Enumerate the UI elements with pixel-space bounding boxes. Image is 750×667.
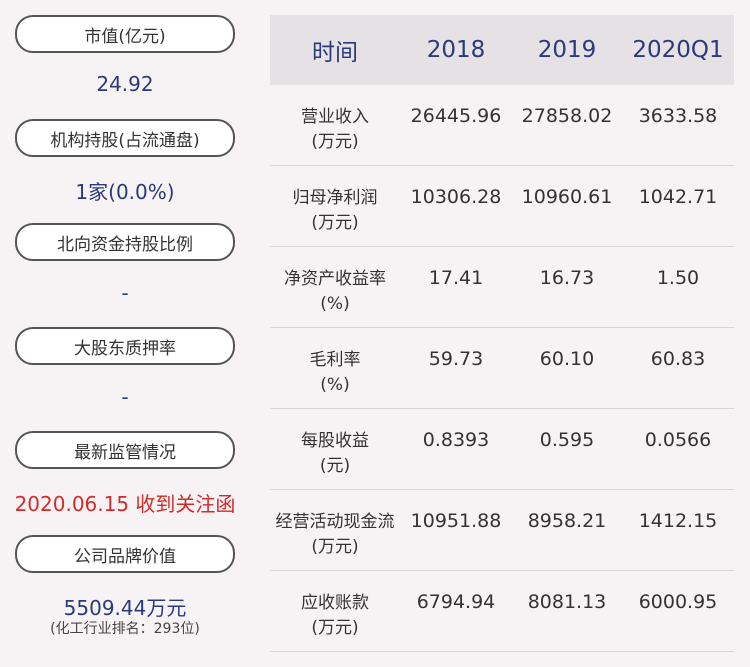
left-summary-panel: 市值(亿元) 24.92 机构持股(占流通盘) 1家(0.0%) 北向资金持股比… bbox=[0, 0, 250, 667]
row-label-main: 归母净利润 bbox=[292, 188, 378, 208]
cell-2020q1: 6000.95 bbox=[638, 591, 718, 613]
brand-value-label: 公司品牌价值 bbox=[15, 535, 235, 573]
cell-2019: 16.73 bbox=[539, 267, 595, 289]
row-label: 净资产收益率 (%) bbox=[270, 247, 400, 317]
cell-2019: 10960.61 bbox=[521, 186, 613, 208]
cell-2020q1: 3633.58 bbox=[638, 105, 718, 127]
row-label-unit: (元) bbox=[319, 456, 351, 476]
row-label-main: 毛利率 bbox=[309, 350, 361, 370]
row-label: 经营活动现金流 (万元) bbox=[270, 490, 400, 560]
table-row: 净资产收益率 (%) 17.41 16.73 1.50 bbox=[270, 247, 734, 328]
table-row: 归母净利润 (万元) 10306.28 10960.61 1042.71 bbox=[270, 166, 734, 247]
row-label-unit: (万元) bbox=[311, 537, 359, 557]
institution-holding-label: 机构持股(占流通盘) bbox=[15, 119, 235, 157]
pledge-ratio-label: 大股东质押率 bbox=[15, 327, 235, 365]
cell-2019: 8958.21 bbox=[527, 510, 607, 532]
row-label-main: 经营活动现金流 bbox=[275, 512, 395, 532]
row-label-unit: (%) bbox=[320, 375, 350, 395]
cell-2018: 17.41 bbox=[428, 267, 484, 289]
table-row: 毛利率 (%) 59.73 60.10 60.83 bbox=[270, 328, 734, 409]
table-row: 营业收入 (万元) 26445.96 27858.02 3633.58 bbox=[270, 85, 734, 166]
institution-holding-value: 1家(0.0%) bbox=[75, 180, 175, 204]
cell-2020q1: 60.83 bbox=[650, 348, 706, 370]
cell-2018: 26445.96 bbox=[410, 105, 502, 127]
cell-2019: 60.10 bbox=[539, 348, 595, 370]
header-2020q1: 2020Q1 bbox=[632, 37, 724, 63]
table-row: 每股收益 (元) 0.8393 0.595 0.0566 bbox=[270, 409, 734, 490]
header-2019: 2019 bbox=[537, 37, 597, 63]
market-cap-value: 24.92 bbox=[96, 72, 154, 96]
cell-2020q1: 0.0566 bbox=[644, 429, 712, 451]
row-label-main: 营业收入 bbox=[301, 107, 369, 127]
cell-2020q1: 1042.71 bbox=[638, 186, 718, 208]
financial-table: 时间 2018 2019 2020Q1 营业收入 (万元) 26445.96 27… bbox=[270, 15, 734, 652]
pledge-ratio-value: - bbox=[121, 385, 129, 409]
cell-2018: 59.73 bbox=[428, 348, 484, 370]
supervision-value: 2020.06.15 收到关注函 bbox=[14, 492, 236, 516]
brand-value: 5509.44万元 bbox=[63, 596, 187, 620]
row-label: 应收账款 (万元) bbox=[270, 571, 400, 641]
cell-2019: 27858.02 bbox=[521, 105, 613, 127]
cell-2020q1: 1412.15 bbox=[638, 510, 718, 532]
header-period: 时间 bbox=[312, 40, 358, 66]
table-row: 应收账款 (万元) 6794.94 8081.13 6000.95 bbox=[270, 571, 734, 652]
brand-rank: (化工行业排名：293位) bbox=[50, 621, 200, 637]
cell-2020q1: 1.50 bbox=[656, 267, 700, 289]
row-label-unit: (%) bbox=[320, 294, 350, 314]
northbound-holding-label: 北向资金持股比例 bbox=[15, 223, 235, 261]
cell-2018: 0.8393 bbox=[422, 429, 490, 451]
table-header: 时间 2018 2019 2020Q1 bbox=[270, 15, 734, 85]
northbound-holding-value: - bbox=[121, 281, 129, 305]
cell-2019: 0.595 bbox=[539, 429, 595, 451]
cell-2018: 10951.88 bbox=[410, 510, 502, 532]
row-label: 归母净利润 (万元) bbox=[270, 166, 400, 236]
row-label-unit: (万元) bbox=[311, 213, 359, 233]
table-row: 经营活动现金流 (万元) 10951.88 8958.21 1412.15 bbox=[270, 490, 734, 571]
row-label-main: 净资产收益率 bbox=[284, 269, 386, 289]
row-label: 营业收入 (万元) bbox=[270, 85, 400, 155]
header-2018: 2018 bbox=[426, 37, 486, 63]
market-cap-label: 市值(亿元) bbox=[15, 15, 235, 53]
row-label-unit: (万元) bbox=[311, 132, 359, 152]
row-label: 毛利率 (%) bbox=[270, 328, 400, 398]
supervision-label: 最新监管情况 bbox=[15, 431, 235, 469]
row-label-main: 每股收益 bbox=[301, 431, 369, 451]
row-label-main: 应收账款 bbox=[301, 593, 369, 613]
row-label-unit: (万元) bbox=[311, 618, 359, 638]
cell-2019: 8081.13 bbox=[527, 591, 607, 613]
cell-2018: 6794.94 bbox=[416, 591, 496, 613]
row-label: 每股收益 (元) bbox=[270, 409, 400, 479]
cell-2018: 10306.28 bbox=[410, 186, 502, 208]
